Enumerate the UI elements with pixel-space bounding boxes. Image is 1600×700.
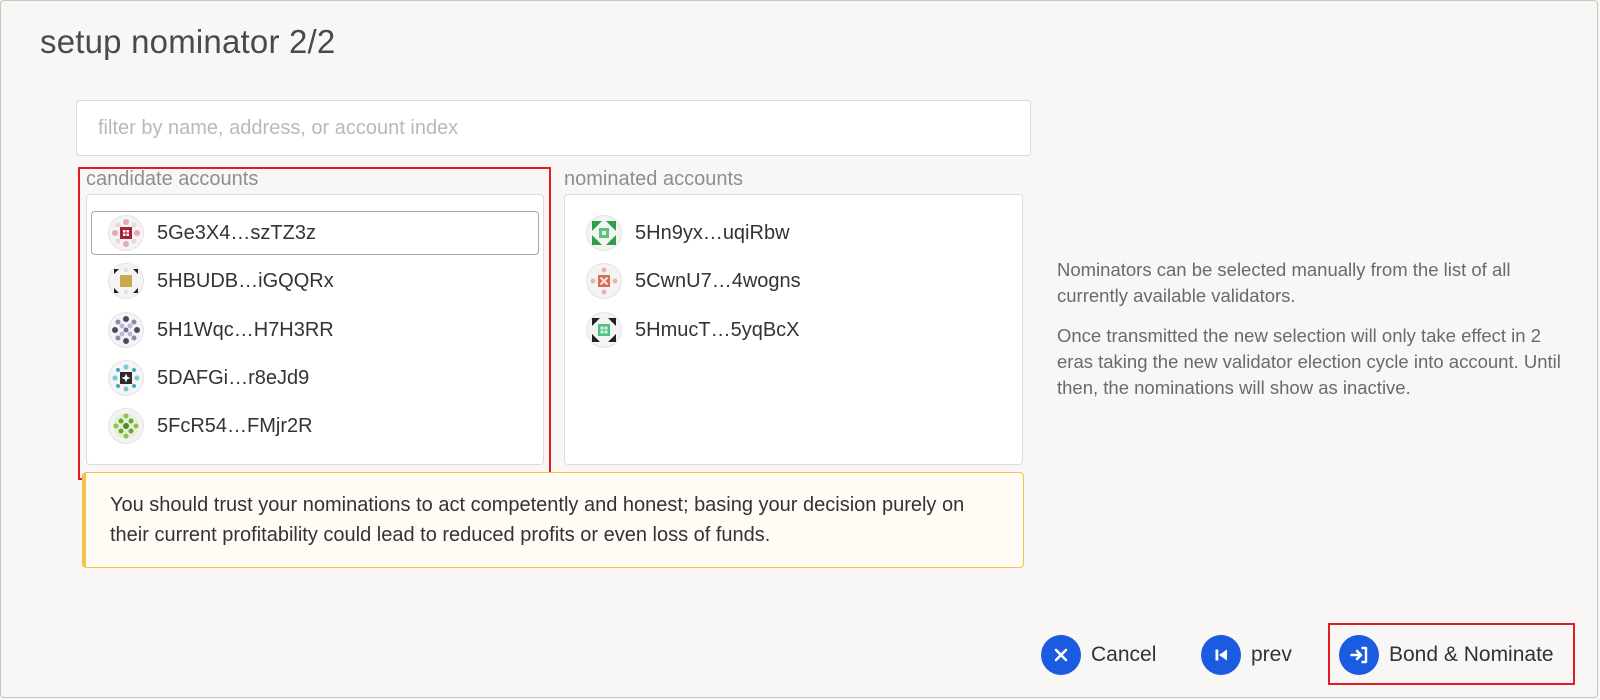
candidate-accounts-label: candidate accounts	[86, 168, 259, 190]
prev-button-label: prev	[1251, 643, 1292, 666]
account-identicon-icon	[108, 360, 144, 396]
account-name: 5HmucT…5yqBcX	[635, 318, 800, 341]
candidate-account-item[interactable]: 5Ge3X4…szTZ3z	[91, 211, 539, 255]
nominated-accounts-label: nominated accounts	[564, 168, 744, 190]
account-name: 5HBUDB…iGQQRx	[157, 269, 334, 292]
sign-in-icon	[1339, 635, 1379, 675]
account-identicon-icon	[108, 312, 144, 348]
account-name: 5FcR54…FMjr2R	[157, 414, 313, 437]
step-backward-icon	[1201, 635, 1241, 675]
help-paragraph: Nominators can be selected manually from…	[1057, 259, 1511, 306]
close-icon	[1041, 635, 1081, 675]
help-text: Nominators can be selected manually from…	[1057, 257, 1567, 415]
nominated-account-item[interactable]: 5HmucT…5yqBcX	[569, 308, 1018, 352]
account-identicon-icon	[586, 312, 622, 348]
nominated-account-item[interactable]: 5CwnU7…4wogns	[569, 259, 1018, 303]
account-identicon-icon	[108, 215, 144, 251]
candidate-account-item[interactable]: 5DAFGi…r8eJd9	[91, 356, 539, 400]
account-identicon-icon	[108, 263, 144, 299]
help-paragraph: Once transmitted the new selection will …	[1057, 325, 1561, 398]
filter-input[interactable]	[76, 100, 1031, 156]
candidate-account-item[interactable]: 5FcR54…FMjr2R	[91, 404, 539, 448]
bond-and-nominate-button[interactable]: Bond & Nominate	[1339, 633, 1554, 677]
account-name: 5CwnU7…4wogns	[635, 269, 801, 292]
prev-button[interactable]: prev	[1201, 633, 1292, 677]
nominated-account-item[interactable]: 5Hn9yx…uqiRbw	[569, 211, 1018, 255]
account-identicon-icon	[586, 263, 622, 299]
account-identicon-icon	[586, 215, 622, 251]
bond-and-nominate-label: Bond & Nominate	[1389, 643, 1554, 666]
candidate-accounts-list: 5Ge3X4…szTZ3z 5HBUDB…iGQQRx 5H1Wqc…H7H3R…	[86, 194, 544, 465]
account-name: 5H1Wqc…H7H3RR	[157, 318, 334, 341]
account-name: 5Ge3X4…szTZ3z	[157, 221, 316, 244]
cancel-button-label: Cancel	[1091, 643, 1157, 666]
account-name: 5DAFGi…r8eJd9	[157, 366, 310, 389]
candidate-account-item[interactable]: 5H1Wqc…H7H3RR	[91, 308, 539, 352]
setup-nominator-modal: setup nominator 2/2 candidate accounts 5…	[0, 0, 1598, 698]
candidate-account-item[interactable]: 5HBUDB…iGQQRx	[91, 259, 539, 303]
account-identicon-icon	[108, 408, 144, 444]
cancel-button[interactable]: Cancel	[1041, 633, 1156, 677]
nominated-accounts-list: 5Hn9yx…uqiRbw 5CwnU7…4wogns 5HmucT…5yqBc…	[564, 194, 1023, 465]
account-name: 5Hn9yx…uqiRbw	[635, 221, 790, 244]
warning-message: You should trust your nominations to act…	[82, 472, 1024, 568]
page-title: setup nominator 2/2	[40, 23, 336, 60]
